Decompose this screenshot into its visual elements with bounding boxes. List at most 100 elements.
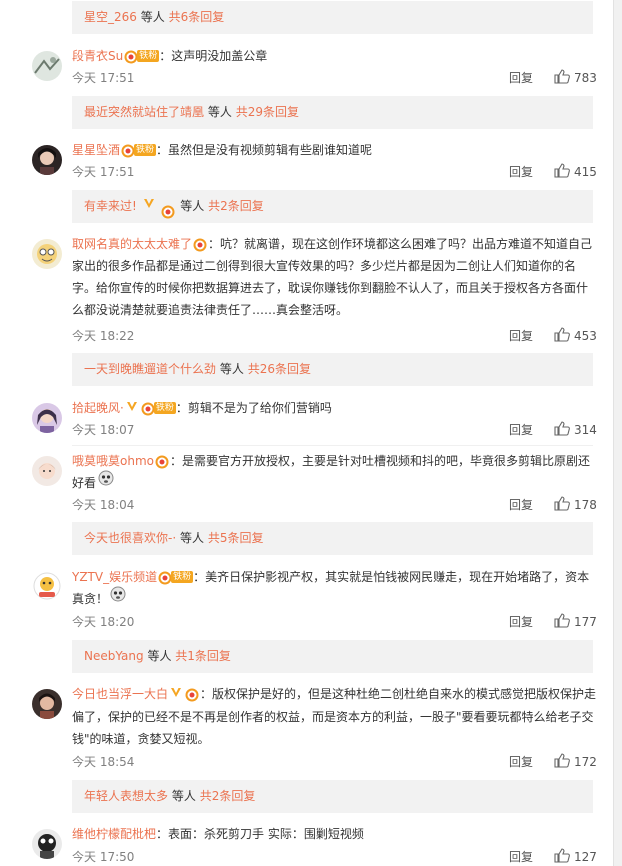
- scrollbar[interactable]: [613, 0, 622, 866]
- comment-time: 今天 18:54: [72, 755, 135, 769]
- comment-body: ：虽然但是没有视频剪辑有些剧谁知道呢: [156, 143, 373, 157]
- comment-text: YZTV_娱乐频道 铁粉 ：美齐日保护影视产权，其实就是怕钱被网民赚走，现在开始堵路…: [72, 566, 597, 611]
- reply-count-link[interactable]: 共1条回复: [175, 649, 231, 663]
- reply-count-link[interactable]: 共26条回复: [248, 362, 311, 376]
- comment-time: 今天 17:51: [72, 165, 135, 179]
- reply-user-link[interactable]: 年轻人表想太多: [84, 789, 168, 803]
- fan-badge: 铁粉: [134, 143, 157, 156]
- reply-summary-bar[interactable]: 一天到晚瞧遛道个什么劲 等人 共26条回复: [72, 353, 593, 386]
- others-label: 等人: [140, 10, 165, 24]
- reply-button[interactable]: 回复: [509, 421, 533, 439]
- comment-username[interactable]: 星星坠酒: [72, 143, 120, 157]
- verified-v-icon: [170, 683, 182, 705]
- others-label: 等人: [180, 199, 205, 213]
- divider: [72, 445, 593, 446]
- avatar[interactable]: [32, 403, 62, 433]
- member-badge-icon: [121, 143, 135, 157]
- avatar[interactable]: [32, 51, 62, 81]
- member-badge-icon: [158, 570, 172, 584]
- reply-button[interactable]: 回复: [509, 753, 533, 771]
- reply-user-link[interactable]: 最近突然就站住了靖凰: [84, 105, 204, 119]
- fan-badge: 铁粉: [137, 49, 160, 62]
- reply-user-link[interactable]: 今天也很喜欢你-·: [84, 531, 176, 545]
- comment-body: ：这声明没加盖公章: [159, 49, 268, 63]
- comment-username[interactable]: 哦莫哦莫ohmo: [72, 454, 154, 468]
- reply-button[interactable]: 回复: [509, 848, 533, 866]
- emoji-icon: [98, 470, 114, 493]
- like-count: 415: [574, 165, 597, 179]
- reply-count-link[interactable]: 共6条回复: [169, 10, 225, 24]
- like-button[interactable]: 415: [554, 163, 597, 181]
- reply-summary-bar[interactable]: 今天也很喜欢你-· 等人 共5条回复: [72, 522, 593, 555]
- reply-button[interactable]: 回复: [509, 613, 533, 631]
- comment-text: 拾起晚风· 铁粉 ：剪辑不是为了给你们营销吗: [72, 397, 597, 420]
- fan-badge: 铁粉: [153, 401, 176, 414]
- reply-user-link[interactable]: 有幸来过!: [84, 199, 137, 213]
- thumbs-up-icon: [554, 163, 570, 178]
- reply-user-link[interactable]: 一天到晚瞧遛道个什么劲: [84, 362, 216, 376]
- comment-time: 今天 17:51: [72, 71, 135, 85]
- comment-time: 今天 18:07: [72, 423, 135, 437]
- others-label: 等人: [219, 362, 244, 376]
- reply-button[interactable]: 回复: [509, 163, 533, 181]
- reply-summary-bar[interactable]: NeebYang 等人 共1条回复: [72, 640, 593, 673]
- comment-username[interactable]: 段青衣Su: [72, 49, 123, 63]
- avatar[interactable]: [32, 689, 62, 719]
- reply-count-link[interactable]: 共5条回复: [208, 531, 264, 545]
- comment-text: 星星坠酒 铁粉 ：虽然但是没有视频剪辑有些剧谁知道呢: [72, 139, 597, 161]
- comment-text: 哦莫哦莫ohmo ：是需要官方开放授权，主要是针对吐槽视频和抖的吧，毕竟很多剪辑比…: [72, 450, 597, 495]
- like-button[interactable]: 453: [554, 327, 597, 345]
- like-count: 453: [574, 329, 597, 343]
- like-count: 177: [574, 615, 597, 629]
- reply-button[interactable]: 回复: [509, 496, 533, 514]
- thumbs-up-icon: [554, 848, 570, 863]
- comment-time: 今天 18:22: [72, 329, 135, 343]
- like-count: 127: [574, 850, 597, 864]
- others-label: 等人: [171, 789, 196, 803]
- comment-meta: 今天 18:54 回复 172: [72, 753, 597, 771]
- thumbs-up-icon: [554, 753, 570, 768]
- comment-meta: 今天 18:07 回复 314: [72, 421, 597, 439]
- reply-summary-bar[interactable]: 星空_266 等人 共6条回复: [72, 1, 593, 34]
- reply-summary-bar[interactable]: 年轻人表想太多 等人 共2条回复: [72, 780, 593, 813]
- like-button[interactable]: 783: [554, 69, 597, 87]
- comment-username[interactable]: 取网名真的太太太难了: [72, 237, 192, 251]
- reply-button[interactable]: 回复: [509, 69, 533, 87]
- reply-count-link[interactable]: 共2条回复: [208, 199, 264, 213]
- reply-user-link[interactable]: NeebYang: [84, 649, 144, 663]
- comment-username[interactable]: 拾起晚风·: [72, 401, 124, 415]
- like-button[interactable]: 127: [554, 848, 597, 866]
- like-button[interactable]: 172: [554, 753, 597, 771]
- reply-user-link[interactable]: 星空_266: [84, 10, 137, 24]
- member-badge-icon: [161, 199, 175, 218]
- reply-count-link[interactable]: 共2条回复: [200, 789, 256, 803]
- reply-summary-bar[interactable]: 有幸来过! 等人 共2条回复: [72, 190, 593, 223]
- reply-button[interactable]: 回复: [509, 327, 533, 345]
- comment-username[interactable]: YZTV_娱乐频道: [72, 570, 157, 584]
- like-button[interactable]: 178: [554, 496, 597, 514]
- verified-v-icon: [126, 397, 138, 419]
- comment-username[interactable]: 维他柠檬配枇杷: [72, 827, 156, 841]
- comment-username[interactable]: 今日也当浮一大白: [72, 687, 168, 701]
- reply-summary-bar[interactable]: 最近突然就站住了靖凰 等人 共29条回复: [72, 96, 593, 129]
- emoji-icon: [110, 586, 126, 609]
- comment-text: 取网名真的太太太难了 ：吭？就离谱，现在这创作环境都这么困难了吗？出品方难道不知道…: [72, 233, 597, 321]
- reply-count-link[interactable]: 共29条回复: [236, 105, 299, 119]
- member-badge-icon: [141, 401, 155, 415]
- comment-time: 今天 18:04: [72, 498, 135, 512]
- avatar[interactable]: [32, 456, 62, 486]
- avatar[interactable]: [32, 571, 62, 601]
- avatar[interactable]: [32, 145, 62, 175]
- member-badge-icon: [124, 49, 138, 63]
- avatar[interactable]: [32, 829, 62, 859]
- comment-meta: 今天 18:20 回复 177: [72, 613, 597, 631]
- comment-feed: 星空_266 等人 共6条回复 段青衣Su 铁粉 ：这声明没加盖公章 今天 17:5…: [0, 0, 613, 866]
- like-button[interactable]: 177: [554, 613, 597, 631]
- avatar[interactable]: [32, 239, 62, 269]
- like-button[interactable]: 314: [554, 421, 597, 439]
- comment-text: 维他柠檬配枇杷：表面：杀死剪刀手 实际：围剿短视频: [72, 823, 597, 845]
- verified-v-icon: [143, 189, 155, 222]
- comment-meta: 今天 18:22 回复 453: [72, 327, 597, 345]
- like-count: 172: [574, 755, 597, 769]
- thumbs-up-icon: [554, 327, 570, 342]
